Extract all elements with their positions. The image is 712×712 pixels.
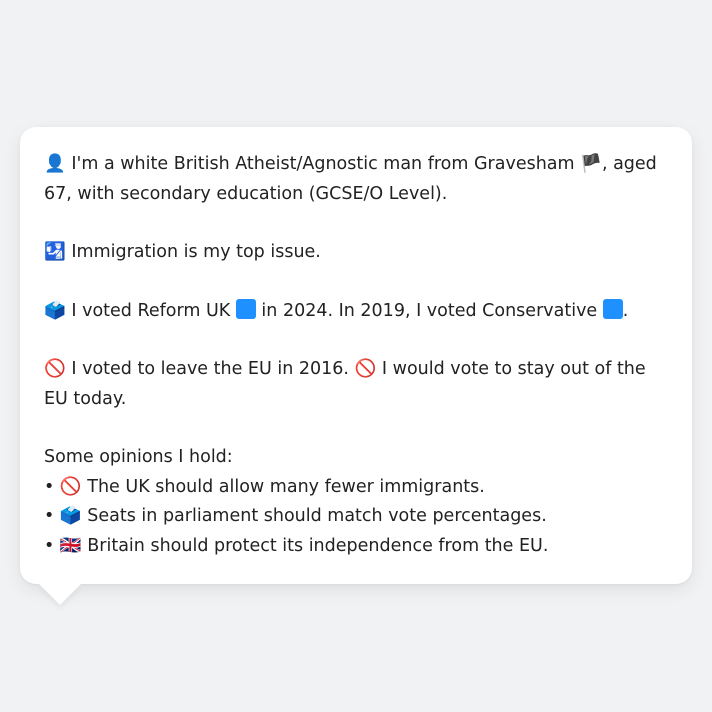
prohibited-icon: 🚫 [59,476,82,497]
top-issue-text: Immigration is my top issue. [71,242,321,262]
opinions-heading: Some opinions I hold: [44,447,233,467]
top-issue-line: 🛂 Immigration is my top issue. [44,238,668,268]
bullet: • [44,535,55,556]
speech-bubble-tail [39,584,81,605]
ballot-box-icon: 🗳️ [44,300,66,321]
bullet: • [44,506,55,526]
bullet: • [44,476,55,497]
list-item: • 🚫 The UK should allow many fewer immig… [44,473,668,503]
voting-line: 🗳️ I voted Reform UK in 2024. In 2019, I… [44,297,668,327]
england-flag-icon: 🏴 [580,154,602,174]
eu-line: 🚫 I voted to leave the EU in 2016. 🚫 I w… [44,355,668,414]
passport-control-icon: 🛂 [44,242,66,262]
person-icon: 👤 [44,154,66,174]
opinions-list: • 🚫 The UK should allow many fewer immig… [44,473,668,562]
opinion-text: Seats in parliament should match vote pe… [87,506,547,526]
list-item: • 🇬🇧 Britain should protect its independ… [44,532,668,562]
ballot-box-icon: 🗳️ [59,506,82,526]
profile-card: 👤 I'm a white British Atheist/Agnostic m… [20,127,692,584]
voting-text-3: . [622,300,629,321]
opinion-text: The UK should allow many fewer immigrant… [87,476,485,497]
opinion-text: Britain should protect its independence … [87,535,549,556]
uk-flag-icon: 🇬🇧 [59,535,82,556]
eu-text-1: I voted to leave the EU in 2016. [71,359,349,379]
intro-text: I'm a white British Atheist/Agnostic man… [71,154,575,174]
reform-color-square-icon [235,298,256,319]
voting-text-1: I voted Reform UK [71,300,231,321]
list-item: • 🗳️ Seats in parliament should match vo… [44,502,668,532]
prohibited-icon: 🚫 [354,359,377,379]
intro-line: 👤 I'm a white British Atheist/Agnostic m… [44,150,668,209]
conservative-color-square-icon [602,298,623,319]
voting-text-2: in 2024. In 2019, I voted Conservative [261,300,598,321]
prohibited-icon: 🚫 [44,359,66,379]
